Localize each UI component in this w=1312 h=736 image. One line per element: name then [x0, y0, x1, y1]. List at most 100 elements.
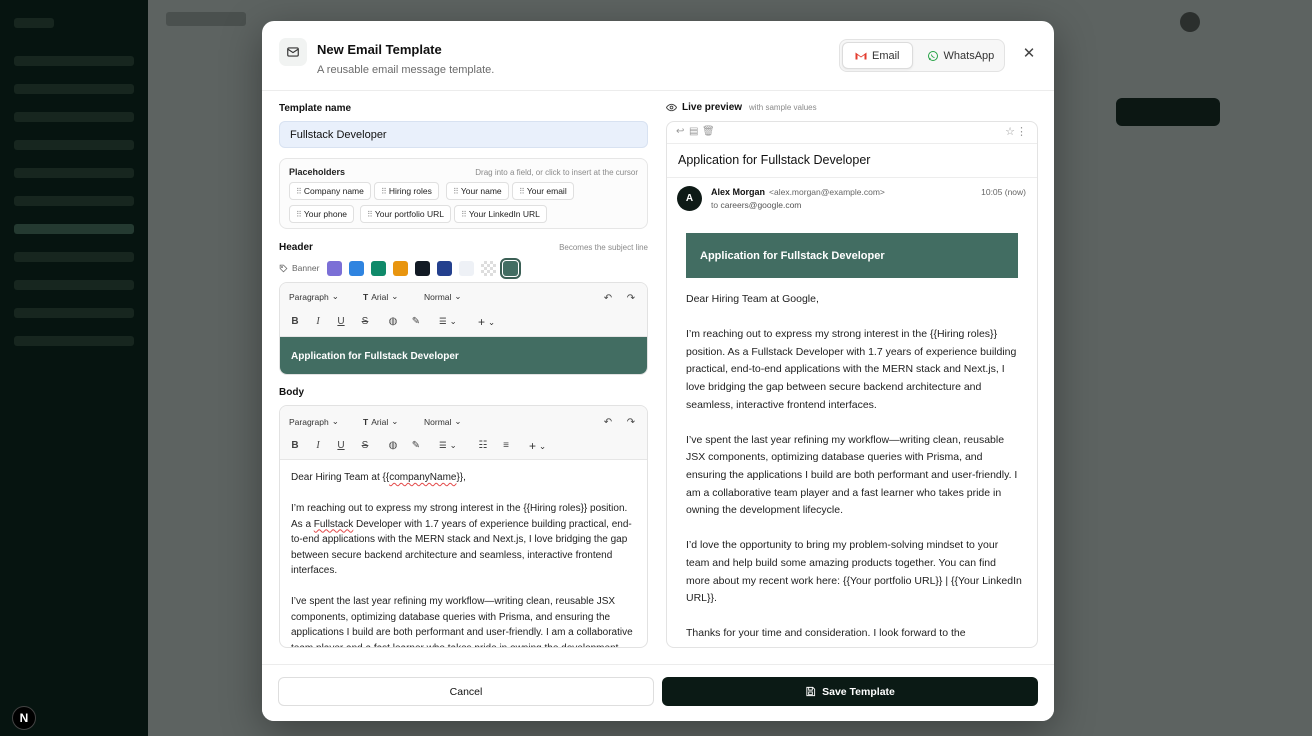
template-name-input[interactable]: Fullstack Developer — [279, 121, 648, 148]
highlight-icon[interactable]: ✎ — [410, 439, 422, 451]
text-color-icon[interactable]: ◍ — [387, 315, 399, 327]
live-preview-note: with sample values — [749, 103, 817, 112]
sidebar-row — [14, 140, 134, 150]
drag-handle-icon: ⠿ — [461, 209, 467, 219]
banner-swatch-orange[interactable] — [393, 260, 409, 276]
redo-icon[interactable]: ↷ — [625, 292, 637, 304]
placeholder-chip-portfolio-url[interactable]: ⠿ Your portfolio URL — [360, 205, 452, 223]
insert-select[interactable]: + ⌄ — [529, 439, 546, 453]
banner-swatch-blue[interactable] — [349, 260, 365, 276]
body-paragraph: I’m reaching out to express my strong in… — [291, 501, 636, 579]
recipient-line: to careers@google.com — [711, 200, 801, 210]
star-icon: ☆ — [1005, 126, 1015, 138]
reply-icon: ↩ — [676, 126, 685, 137]
align-select[interactable]: ☰ ⌄ — [439, 316, 457, 327]
spellcheck-word: companyName — [389, 472, 457, 483]
numbered-list-icon[interactable]: ≡ — [500, 439, 512, 451]
chevron-down-icon: ⌄ — [391, 416, 399, 426]
close-icon[interactable]: ✕ — [1021, 45, 1037, 62]
italic-icon[interactable]: I — [312, 315, 324, 327]
banner-color-picker: Banner — [279, 257, 525, 279]
font-family-select[interactable]: T Arial ⌄ — [363, 291, 398, 302]
recipient-email: careers@google.com — [720, 200, 802, 210]
new-template-modal: New Email Template A reusable email mess… — [262, 21, 1054, 721]
archive-icon: ▤ — [689, 126, 699, 137]
text-color-icon[interactable]: ◍ — [387, 439, 399, 451]
underline-icon[interactable]: U — [335, 315, 347, 327]
placeholder-chip-your-email[interactable]: ⠿ Your email — [512, 182, 574, 200]
block-type-select[interactable]: Paragraph ⌄ — [289, 416, 339, 427]
bold-icon[interactable]: B — [289, 315, 301, 327]
font-size-select[interactable]: Normal ⌄ — [424, 416, 462, 427]
preview-paragraph: Thanks for your time and consideration. … — [686, 627, 966, 640]
header-editor: Paragraph ⌄ T Arial ⌄ Normal ⌄ ↶ ↷ B I U S ◍… — [279, 282, 648, 375]
modal-header: New Email Template A reusable email mess… — [262, 21, 1054, 91]
placeholder-chip-company-name[interactable]: ⠿ Company name — [289, 182, 371, 200]
preview-body: Dear Hiring Team at Google, I’m reaching… — [686, 291, 1022, 647]
bullet-list-icon[interactable]: ☷ — [477, 439, 489, 451]
cancel-button[interactable]: Cancel — [278, 677, 654, 706]
chevron-down-icon: ⌄ — [331, 416, 339, 426]
insert-select[interactable]: + ⌄ — [478, 315, 495, 329]
preview-paragraph: I’ve spent the last year refining my wor… — [686, 433, 1018, 517]
nextjs-dev-badge[interactable]: N — [12, 706, 36, 730]
placeholder-chip-hiring-roles[interactable]: ⠿ Hiring roles — [374, 182, 439, 200]
font-family-value: Arial — [371, 416, 389, 427]
cancel-label: Cancel — [449, 685, 483, 698]
highlight-icon[interactable]: ✎ — [410, 315, 422, 327]
app-avatar-backdrop — [1180, 12, 1200, 32]
undo-icon[interactable]: ↶ — [602, 416, 614, 428]
drag-handle-icon: ⠿ — [296, 209, 302, 219]
placeholder-chip-your-phone[interactable]: ⠿ Your phone — [289, 205, 355, 223]
channel-email-tab[interactable]: Email — [842, 42, 913, 69]
redo-icon[interactable]: ↷ — [625, 416, 637, 428]
placeholders-label: Placeholders — [289, 167, 346, 177]
placeholders-hint: Drag into a field, or click to insert at… — [475, 168, 638, 177]
banner-swatch-light[interactable] — [459, 260, 475, 276]
chevron-down-icon: ⌄ — [488, 316, 496, 327]
banner-label: Banner — [292, 263, 320, 273]
undo-icon[interactable]: ↶ — [602, 292, 614, 304]
chip-label: Your email — [526, 186, 567, 196]
italic-icon[interactable]: I — [312, 439, 324, 451]
banner-swatch-teal-selected[interactable] — [500, 257, 522, 279]
bold-icon[interactable]: B — [289, 439, 301, 451]
placeholders-panel: Placeholders Drag into a field, or click… — [279, 158, 648, 229]
font-family-select[interactable]: T Arial ⌄ — [363, 416, 398, 427]
chip-label: Your portfolio URL — [374, 209, 445, 219]
placeholder-chip-your-name[interactable]: ⠿ Your name — [446, 182, 509, 200]
strikethrough-icon[interactable]: S — [359, 315, 371, 327]
underline-icon[interactable]: U — [335, 439, 347, 451]
banner-swatch-transparent[interactable] — [481, 260, 497, 276]
strikethrough-icon[interactable]: S — [359, 439, 371, 451]
save-template-button[interactable]: Save Template — [662, 677, 1038, 706]
banner-swatch-purple[interactable] — [327, 260, 343, 276]
chevron-down-icon: ⌄ — [449, 440, 457, 450]
drag-handle-icon: ⠿ — [519, 186, 525, 196]
chip-label: Your name — [460, 186, 502, 196]
block-type-select[interactable]: Paragraph ⌄ — [289, 291, 339, 302]
template-name-label: Template name — [279, 103, 352, 114]
modal-title: New Email Template — [317, 42, 442, 57]
preview-paragraph: I’d love the opportunity to bring my pro… — [686, 539, 1022, 605]
save-label: Save Template — [822, 685, 895, 698]
chevron-down-icon: ⌄ — [331, 291, 339, 301]
placeholder-chip-linkedin-url[interactable]: ⠿ Your LinkedIn URL — [454, 205, 547, 223]
tag-icon — [279, 264, 288, 272]
font-size-value: Normal — [424, 291, 452, 302]
font-size-select[interactable]: Normal ⌄ — [424, 291, 462, 302]
channel-whatsapp-tab[interactable]: WhatsApp — [915, 42, 1007, 69]
font-size-value: Normal — [424, 416, 452, 427]
body-editor: Paragraph ⌄ T Arial ⌄ Normal ⌄ ↶ ↷ B I U S ◍… — [279, 405, 648, 648]
font-family-value: Arial — [371, 291, 389, 302]
sent-time: 10:05 (now) — [981, 187, 1026, 197]
body-editor-content[interactable]: Dear Hiring Team at {{companyName}}, I’m… — [280, 460, 647, 647]
align-select[interactable]: ☰ ⌄ — [439, 440, 457, 451]
body-label: Body — [279, 387, 304, 398]
banner-swatch-navy[interactable] — [437, 260, 453, 276]
block-type-value: Paragraph — [289, 291, 329, 302]
app-sidebar — [0, 0, 148, 736]
banner-swatch-green[interactable] — [371, 260, 387, 276]
banner-swatch-black[interactable] — [415, 260, 431, 276]
header-editor-content[interactable]: Application for Fullstack Developer — [280, 337, 647, 374]
